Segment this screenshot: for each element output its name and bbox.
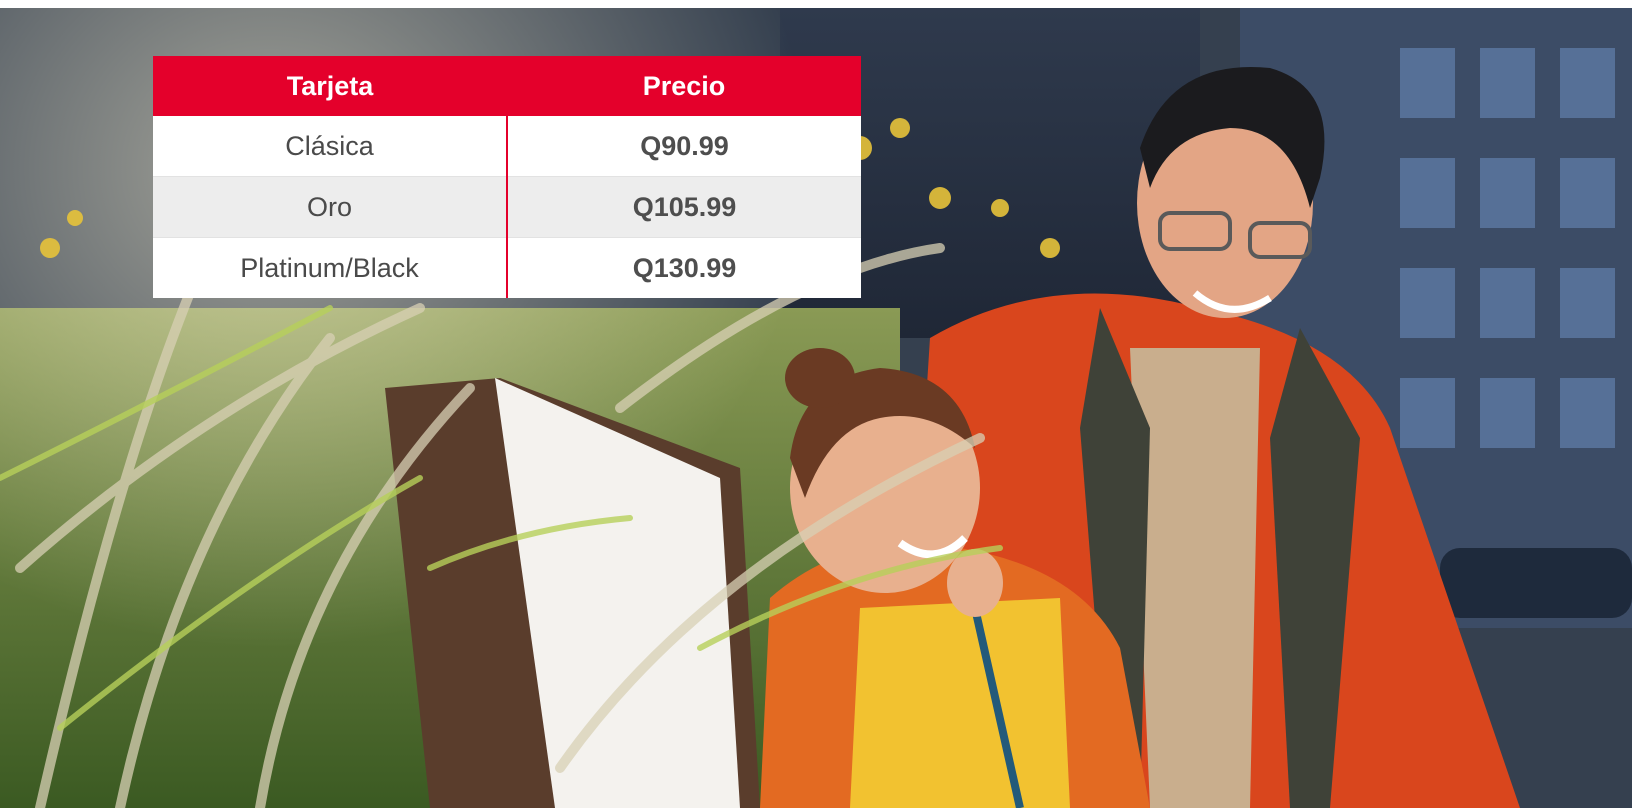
hero-banner: Tarjeta Precio Clásica Q90.99 Oro Q105.9… [0, 0, 1632, 808]
header-card: Tarjeta [153, 56, 507, 116]
table-row: Clásica Q90.99 [153, 116, 861, 177]
table-row: Oro Q105.99 [153, 176, 861, 238]
price-table: Tarjeta Precio Clásica Q90.99 Oro Q105.9… [153, 56, 861, 298]
card-name: Oro [153, 176, 508, 238]
header-price: Precio [507, 56, 861, 116]
card-price: Q90.99 [507, 116, 861, 177]
table-header-row: Tarjeta Precio [153, 56, 861, 116]
card-name: Platinum/Black [153, 237, 508, 298]
card-name: Clásica [153, 116, 508, 177]
card-price: Q105.99 [507, 176, 861, 238]
card-price: Q130.99 [507, 237, 861, 298]
table-row: Platinum/Black Q130.99 [153, 237, 861, 298]
